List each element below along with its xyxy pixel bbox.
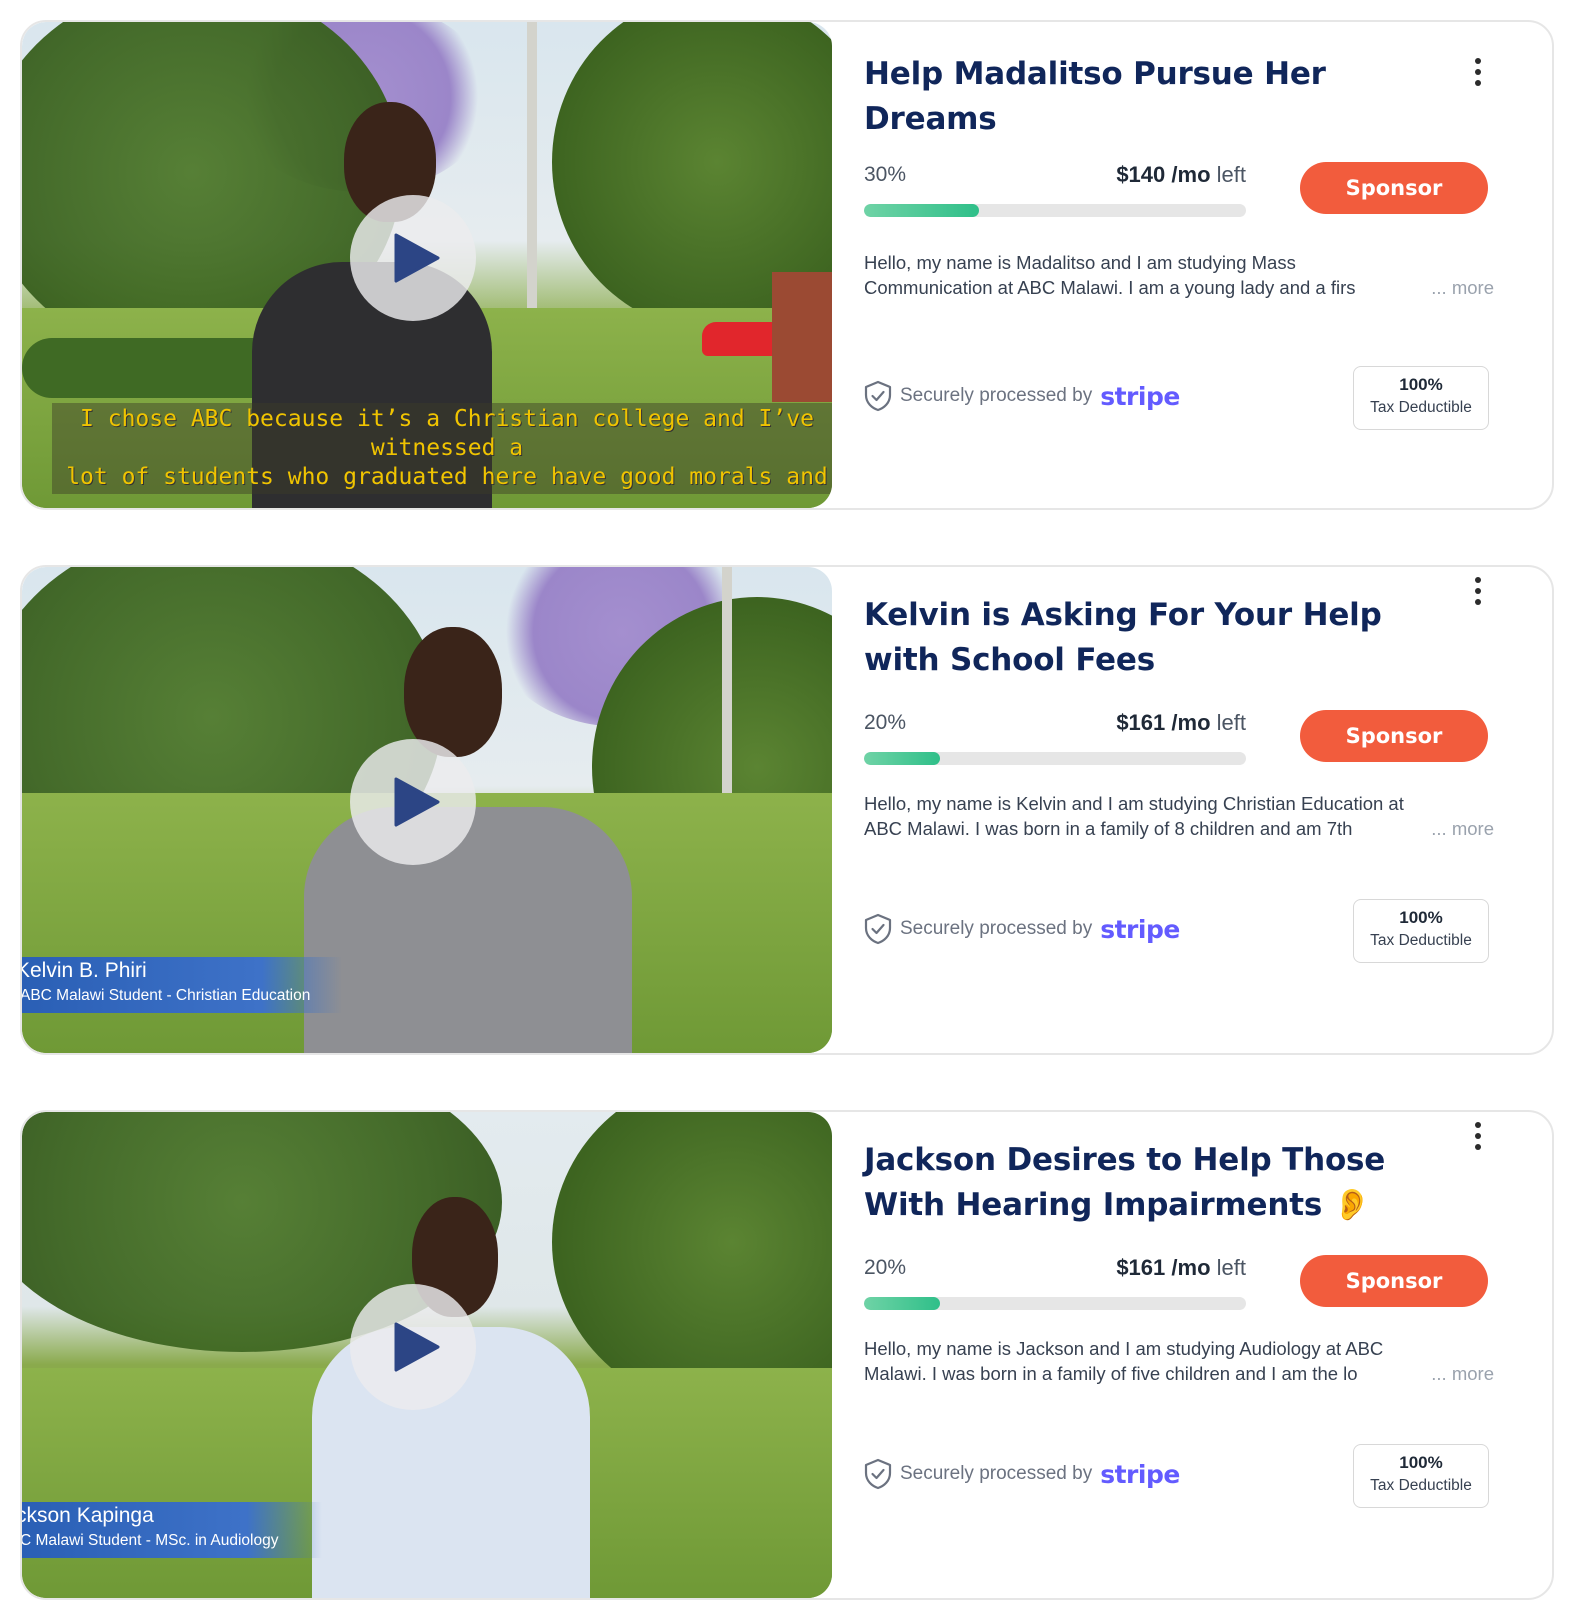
play-icon	[394, 777, 440, 827]
student-program-overlay: C Malawi Student - MSc. in Audiology	[22, 1532, 279, 1549]
secure-processing: Securely processed by stripe	[864, 913, 1180, 945]
stripe-logo: stripe	[1100, 381, 1180, 411]
description: Hello, my name is Jackson and I am study…	[864, 1336, 1494, 1386]
play-button[interactable]	[350, 739, 476, 865]
description-row: Communication at ABC Malawi. I am a youn…	[864, 275, 1494, 300]
shield-check-icon	[864, 380, 892, 412]
kebab-menu-icon[interactable]	[1468, 577, 1488, 611]
description: Hello, my name is Kelvin and I am studyi…	[864, 791, 1494, 841]
amount-left-label: left	[1216, 1255, 1246, 1280]
tax-percent: 100%	[1399, 375, 1443, 394]
video-caption-line: lot of students who graduated here have …	[66, 464, 828, 490]
video-thumbnail[interactable]: Kelvin B. Phiri ABC Malawi Student - Chr…	[22, 567, 832, 1053]
description-line: ABC Malawi. I was born in a family of 8 …	[864, 818, 1353, 839]
description-line: Communication at ABC Malawi. I am a youn…	[864, 277, 1356, 298]
card-content: Jackson Desires to Help Those With Heari…	[830, 1112, 1552, 1598]
description-row: Malawi. I was born in a family of five c…	[864, 1361, 1494, 1386]
progress-fill	[864, 1297, 941, 1310]
tax-deductible-badge: 100% Tax Deductible	[1353, 899, 1489, 963]
card-content: Kelvin is Asking For Your Help with Scho…	[830, 567, 1552, 1053]
sponsor-button[interactable]: Sponsor	[1300, 162, 1488, 214]
more-link[interactable]: ... more	[1431, 1361, 1494, 1386]
sponsor-button[interactable]: Sponsor	[1300, 710, 1488, 762]
progress-percent: 20%	[864, 1256, 907, 1279]
kebab-menu-icon[interactable]	[1468, 1122, 1488, 1156]
student-name-overlay: ckson Kapinga	[22, 1504, 154, 1527]
description: Hello, my name is Madalitso and I am stu…	[864, 250, 1494, 300]
name-lower-third: Kelvin B. Phiri ABC Malawi Student - Chr…	[22, 957, 342, 1013]
progress-bar	[864, 1297, 1246, 1310]
tax-deductible-badge: 100% Tax Deductible	[1353, 366, 1489, 430]
video-caption: I chose ABC because it’s a Christian col…	[52, 403, 832, 494]
description-line: Hello, my name is Madalitso and I am stu…	[864, 252, 1296, 273]
video-thumbnail[interactable]: I chose ABC because it’s a Christian col…	[22, 22, 832, 508]
amount-left: $140 /mo left	[1050, 162, 1246, 188]
secure-text: Securely processed by	[900, 385, 1093, 406]
progress-bar	[864, 752, 1246, 765]
progress-bar	[864, 204, 1246, 217]
campaign-title[interactable]: Jackson Desires to Help Those With Heari…	[864, 1138, 1444, 1228]
description-line: Hello, my name is Kelvin and I am studyi…	[864, 793, 1404, 814]
amount-left-label: left	[1216, 162, 1246, 187]
more-link[interactable]: ... more	[1431, 275, 1494, 300]
description-row: ABC Malawi. I was born in a family of 8 …	[864, 816, 1494, 841]
amount-period: /mo	[1171, 162, 1211, 187]
secure-text: Securely processed by	[900, 1463, 1093, 1484]
sponsor-card: I chose ABC because it’s a Christian col…	[20, 20, 1554, 510]
description-line: Hello, my name is Jackson and I am study…	[864, 1338, 1384, 1359]
progress-percent: 20%	[864, 711, 907, 734]
amount-left: $161 /mo left	[1050, 710, 1246, 736]
amount-period: /mo	[1171, 710, 1211, 735]
play-icon	[394, 233, 440, 283]
amount-left: $161 /mo left	[1050, 1255, 1246, 1281]
secure-processing: Securely processed by stripe	[864, 380, 1180, 412]
amount-period: /mo	[1171, 1255, 1211, 1280]
tax-percent: 100%	[1399, 1453, 1443, 1472]
progress-fill	[864, 204, 979, 217]
play-button[interactable]	[350, 1284, 476, 1410]
campaign-title[interactable]: Kelvin is Asking For Your Help with Scho…	[864, 593, 1444, 683]
name-lower-third: ckson Kapinga C Malawi Student - MSc. in…	[22, 1502, 322, 1558]
kebab-menu-icon[interactable]	[1468, 58, 1488, 92]
stripe-logo: stripe	[1100, 1459, 1180, 1489]
sponsor-button[interactable]: Sponsor	[1300, 1255, 1488, 1307]
brick-building	[772, 272, 832, 402]
sponsor-card: Kelvin B. Phiri ABC Malawi Student - Chr…	[20, 565, 1554, 1055]
play-button[interactable]	[350, 195, 476, 321]
tax-deductible-badge: 100% Tax Deductible	[1353, 1444, 1489, 1508]
progress-percent: 30%	[864, 163, 907, 186]
tax-label: Tax Deductible	[1370, 932, 1472, 949]
student-program-overlay: ABC Malawi Student - Christian Education	[22, 987, 311, 1004]
amount-left-label: left	[1216, 710, 1246, 735]
amount-value: $140	[1116, 162, 1166, 187]
student-name-overlay: Kelvin B. Phiri	[22, 959, 147, 982]
shield-check-icon	[864, 1458, 892, 1490]
campaign-title[interactable]: Help Madalitso Pursue Her Dreams	[864, 52, 1444, 142]
more-link[interactable]: ... more	[1431, 816, 1494, 841]
stripe-logo: stripe	[1100, 914, 1180, 944]
secure-text: Securely processed by	[900, 918, 1093, 939]
sponsor-card: ckson Kapinga C Malawi Student - MSc. in…	[20, 1110, 1554, 1600]
play-icon	[394, 1322, 440, 1372]
amount-value: $161	[1116, 710, 1166, 735]
tax-label: Tax Deductible	[1370, 1477, 1472, 1494]
progress-fill	[864, 752, 941, 765]
video-thumbnail[interactable]: ckson Kapinga C Malawi Student - MSc. in…	[22, 1112, 832, 1598]
tax-label: Tax Deductible	[1370, 399, 1472, 416]
card-content: Help Madalitso Pursue Her Dreams 30% $14…	[830, 22, 1552, 508]
secure-processing: Securely processed by stripe	[864, 1458, 1180, 1490]
tax-percent: 100%	[1399, 908, 1443, 927]
shield-check-icon	[864, 913, 892, 945]
amount-value: $161	[1116, 1255, 1166, 1280]
description-line: Malawi. I was born in a family of five c…	[864, 1363, 1358, 1384]
video-caption-line: I chose ABC because it’s a Christian col…	[80, 406, 814, 461]
